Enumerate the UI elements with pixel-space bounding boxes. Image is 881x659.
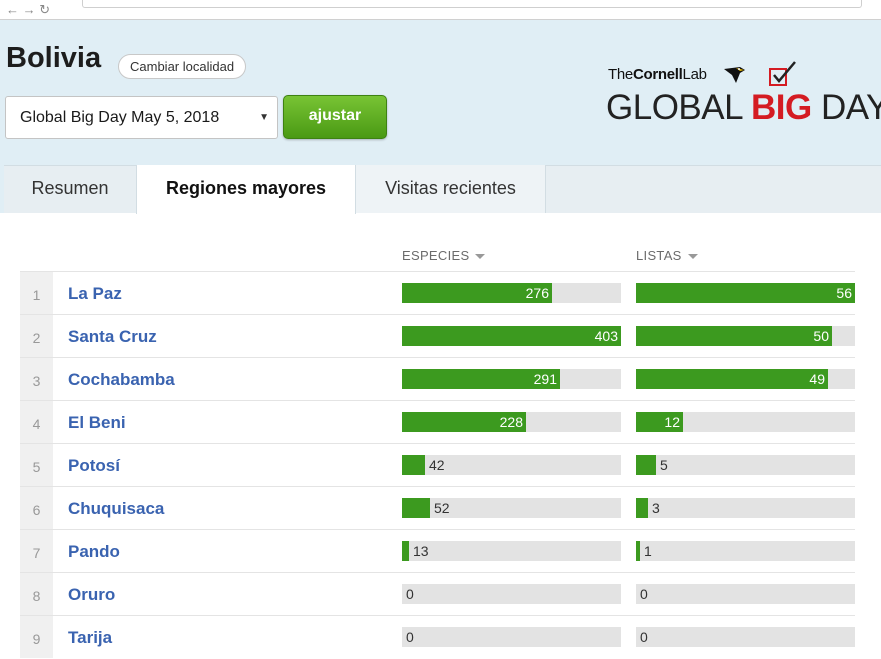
table-row: 8 Oruro 0 0 [20,572,855,615]
sort-triangle-icon [475,254,486,260]
species-bar [402,541,409,561]
species-bar-track: 42 [402,455,621,475]
lists-value: 0 [640,586,648,602]
lists-bar-track: 49 [636,369,855,389]
species-bar-track: 291 [402,369,621,389]
table-row: 6 Chuquisaca 52 3 [20,486,855,529]
cornell-lab-wordmark: TheCornellLab [608,66,707,83]
region-link[interactable]: Tarija [68,628,112,648]
species-bar-track: 13 [402,541,621,561]
browser-toolbar: ← → ↻ [0,0,881,20]
lists-bar-track: 50 [636,326,855,346]
lists-bar [636,369,828,389]
lists-bar-track: 12 [636,412,855,432]
species-value: 228 [499,414,523,430]
lists-value: 0 [640,629,648,645]
row-rank: 7 [20,530,53,572]
event-select[interactable]: Global Big Day May 5, 2018 ▼ [5,96,278,139]
species-value: 42 [429,457,445,473]
row-rank: 6 [20,487,53,529]
region-link[interactable]: Oruro [68,585,115,605]
tab-visitas-recientes[interactable]: Visitas recientes [356,165,546,213]
checkbox-check-icon [769,61,796,86]
table-row: 9 Tarija 0 0 [20,615,855,658]
event-select-value: Global Big Day May 5, 2018 [20,109,220,126]
region-link[interactable]: La Paz [68,284,122,304]
lists-bar [636,455,656,475]
table-row: 2 Santa Cruz 403 50 [20,314,855,357]
row-rank: 4 [20,401,53,443]
region-link[interactable]: El Beni [68,413,126,433]
lists-column-header[interactable]: LISTAS [636,248,698,263]
row-rank: 5 [20,444,53,486]
species-value: 403 [594,328,618,344]
species-value: 291 [533,371,557,387]
species-value: 0 [406,629,414,645]
global-big-day-wordmark: GLOBAL BIG DAY [606,88,881,127]
cornell-bird-icon [724,67,745,83]
lists-value: 56 [836,285,852,301]
row-rank: 1 [20,272,53,314]
lists-value: 49 [809,371,825,387]
species-bar-track: 0 [402,584,621,604]
lists-bar [636,283,855,303]
lists-value: 1 [644,543,652,559]
table-row: 3 Cochabamba 291 49 [20,357,855,400]
table-row: 7 Pando 13 1 [20,529,855,572]
species-value: 52 [434,500,450,516]
species-bar-track: 276 [402,283,621,303]
table-row: 4 El Beni 228 12 [20,400,855,443]
row-rank: 9 [20,616,53,658]
global-big-day-logo: TheCornellLab GLOBAL BIG DAY [606,58,881,128]
lists-bar [636,541,640,561]
lists-bar [636,498,648,518]
row-rank: 8 [20,573,53,615]
species-bar [402,498,430,518]
species-bar-track: 52 [402,498,621,518]
species-bar [402,455,425,475]
lists-bar-track: 0 [636,627,855,647]
lists-bar-track: 3 [636,498,855,518]
table-row: 5 Potosí 42 5 [20,443,855,486]
region-link[interactable]: Santa Cruz [68,327,157,347]
species-bar [402,326,621,346]
tab-regiones-mayores[interactable]: Regiones mayores [136,165,356,214]
species-value: 0 [406,586,414,602]
country-title: Bolivia [6,42,102,74]
row-rank: 2 [20,315,53,357]
region-link[interactable]: Potosí [68,456,120,476]
row-rank: 3 [20,358,53,400]
lists-bar-track: 56 [636,283,855,303]
lists-value: 12 [664,414,680,430]
lists-bar-track: 5 [636,455,855,475]
tab-resumen[interactable]: Resumen [4,165,136,213]
tab-bar: Resumen Regiones mayores Visitas recient… [0,165,881,214]
lists-value: 5 [660,457,668,473]
species-bar-track: 0 [402,627,621,647]
species-column-header[interactable]: ESPECIES [402,248,486,263]
lists-value: 3 [652,500,660,516]
region-link[interactable]: Chuquisaca [68,499,164,519]
lists-bar-track: 1 [636,541,855,561]
browser-nav-icons[interactable]: ← → ↻ [6,2,50,18]
region-link[interactable]: Pando [68,542,120,562]
change-locality-button[interactable]: Cambiar localidad [118,54,247,79]
lists-value: 50 [813,328,829,344]
species-bar-track: 228 [402,412,621,432]
region-link[interactable]: Cochabamba [68,370,175,390]
lists-bar [636,326,832,346]
address-bar[interactable] [82,0,862,8]
species-value: 276 [525,285,549,301]
table-row: 1 La Paz 276 56 [20,271,855,314]
species-bar-track: 403 [402,326,621,346]
dropdown-triangle-icon: ▼ [259,112,269,123]
page-header: Bolivia Cambiar localidad Global Big Day… [0,20,881,165]
adjust-button[interactable]: ajustar [283,95,387,139]
lists-bar-track: 0 [636,584,855,604]
species-value: 13 [413,543,429,559]
sort-triangle-icon [687,254,698,260]
